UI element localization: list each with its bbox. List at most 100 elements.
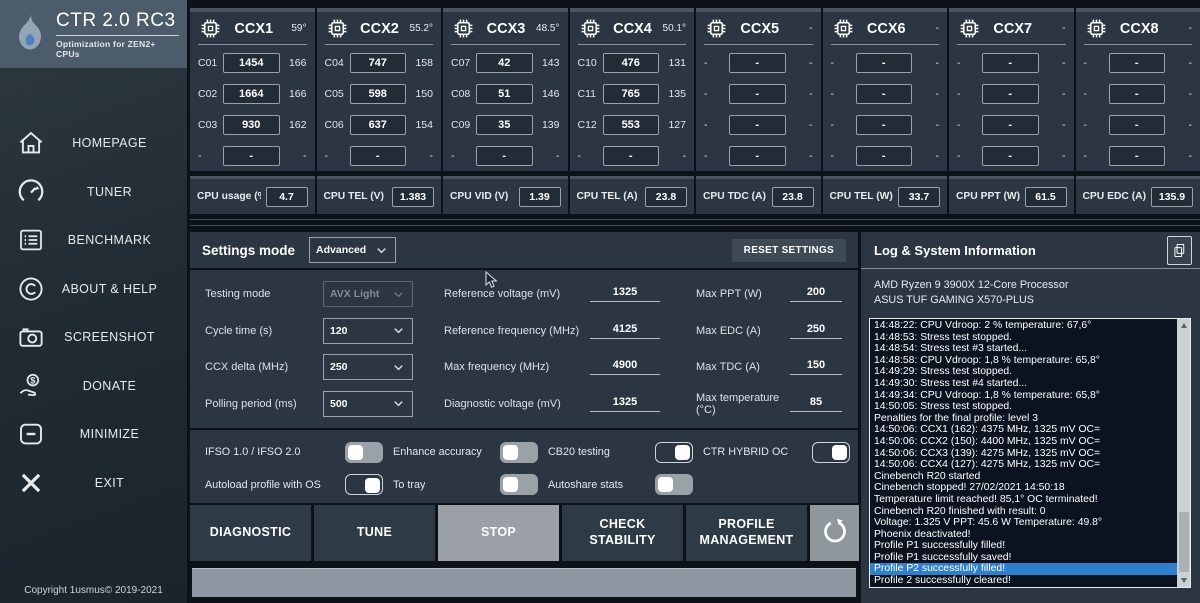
- log-line[interactable]: Cinebench stopped! 27/02/2021 14:50:18: [870, 482, 1177, 494]
- log-scrollbar[interactable]: [1177, 319, 1190, 587]
- core-frequency-field[interactable]: -: [729, 115, 786, 135]
- core-frequency-field[interactable]: -: [350, 146, 407, 166]
- sidebar-item-donate[interactable]: $ DONATE: [0, 362, 187, 411]
- core-frequency-field[interactable]: 476: [603, 53, 660, 73]
- log-line[interactable]: 14:48:54: Stress test #3 started...: [870, 343, 1177, 355]
- max-frequency-mhz-input[interactable]: 4900: [590, 359, 660, 375]
- core-row: - - -: [949, 140, 1074, 171]
- ctr-hybrid-oc-toggle[interactable]: [812, 442, 850, 463]
- sidebar-item-minimize[interactable]: MINIMIZE: [0, 410, 187, 459]
- core-frequency-field[interactable]: 1454: [223, 53, 280, 73]
- log-line[interactable]: 14:49:30: Stress test #4 started...: [870, 378, 1177, 390]
- enhance-accuracy-toggle[interactable]: [500, 442, 538, 463]
- scroll-down-arrow[interactable]: [1177, 574, 1190, 587]
- core-frequency-field[interactable]: -: [982, 53, 1039, 73]
- scrollbar-thumb[interactable]: [1179, 512, 1189, 572]
- sidebar-item-screenshot[interactable]: SCREENSHOT: [0, 313, 187, 362]
- log-line[interactable]: Phoenix deactivated!: [870, 529, 1177, 541]
- max-ppt-w-input[interactable]: 200: [790, 286, 842, 302]
- log-line[interactable]: 14:50:06: CCX1 (162): 4375 MHz, 1325 mV …: [870, 424, 1177, 436]
- scroll-up-arrow[interactable]: [1177, 319, 1190, 332]
- core-frequency-field[interactable]: 747: [350, 53, 407, 73]
- log-line[interactable]: 14:48:22: CPU Vdroop: 2 % temperature: 6…: [870, 320, 1177, 332]
- log-line[interactable]: 14:48:58: CPU Vdroop: 1,8 % temperature:…: [870, 355, 1177, 367]
- core-frequency-field[interactable]: 51: [476, 84, 533, 104]
- core-frequency-field[interactable]: 598: [350, 84, 407, 104]
- core-frequency-field[interactable]: 42: [476, 53, 533, 73]
- log-line[interactable]: 14:50:06: CCX4 (127): 4275 MHz, 1325 mV …: [870, 459, 1177, 471]
- core-frequency-field[interactable]: -: [856, 146, 913, 166]
- to-tray-toggle[interactable]: [500, 474, 538, 495]
- max-edc-a-input[interactable]: 250: [790, 323, 842, 339]
- core-frequency-field[interactable]: -: [982, 146, 1039, 166]
- log-line[interactable]: 14:50:06: CCX2 (150): 4400 MHz, 1325 mV …: [870, 436, 1177, 448]
- core-frequency-field[interactable]: -: [1109, 84, 1166, 104]
- core-frequency-field[interactable]: 930: [223, 115, 280, 135]
- log-line[interactable]: Profile P1 successfully filled!: [870, 540, 1177, 552]
- log-line[interactable]: 14:48:53: Stress test stopped.: [870, 332, 1177, 344]
- core-frequency-field[interactable]: -: [982, 115, 1039, 135]
- tune-button[interactable]: TUNE: [314, 505, 435, 561]
- autoshare-stats-toggle[interactable]: [655, 474, 693, 495]
- log-line[interactable]: Temperature limit reached! 85,1° OC term…: [870, 494, 1177, 506]
- refresh-button[interactable]: [810, 505, 859, 561]
- ifso-1-0-ifso-2-0-toggle[interactable]: [345, 442, 383, 463]
- stop-button[interactable]: STOP: [438, 505, 559, 561]
- log-line[interactable]: Penalties for the final profile: level 3: [870, 413, 1177, 425]
- settings-mode-select[interactable]: Advanced: [309, 237, 396, 263]
- reference-frequency-mhz-input[interactable]: 4125: [590, 323, 660, 339]
- sidebar-item-benchmark[interactable]: BENCHMARK: [0, 216, 187, 265]
- diagnostic-button[interactable]: DIAGNOSTIC: [190, 505, 311, 561]
- core-frequency-field[interactable]: 553: [603, 115, 660, 135]
- core-frequency-field[interactable]: -: [856, 84, 913, 104]
- profile-management-button[interactable]: PROFILE MANAGEMENT: [686, 505, 807, 561]
- sidebar-item-about-help[interactable]: ABOUT & HELP: [0, 265, 187, 314]
- sidebar-item-tuner[interactable]: TUNER: [0, 168, 187, 217]
- log-line[interactable]: Profile P2 successfully filled!: [870, 563, 1177, 575]
- core-frequency-field[interactable]: -: [1109, 53, 1166, 73]
- log-line[interactable]: 14:50:06: CCX3 (139): 4275 MHz, 1325 mV …: [870, 448, 1177, 460]
- log-line[interactable]: 14:49:29: Stress test stopped.: [870, 366, 1177, 378]
- log-line[interactable]: Cinebench R20 started: [870, 471, 1177, 483]
- core-frequency-field[interactable]: -: [856, 115, 913, 135]
- log-line[interactable]: 14:50:05: Stress test stopped.: [870, 401, 1177, 413]
- core-frequency-field[interactable]: -: [603, 146, 660, 166]
- core-frequency-field[interactable]: -: [729, 146, 786, 166]
- core-frequency-field[interactable]: -: [1109, 146, 1166, 166]
- log-line[interactable]: Profile P1 successfully saved!: [870, 552, 1177, 564]
- sidebar-item-exit[interactable]: EXIT: [0, 459, 187, 508]
- max-tdc-a-input[interactable]: 150: [790, 359, 842, 375]
- core-frequency-field[interactable]: -: [856, 53, 913, 73]
- core-frequency-field[interactable]: 765: [603, 84, 660, 104]
- core-label: C01: [198, 57, 223, 69]
- log-line[interactable]: 14:49:34: CPU Vdroop: 1,8 % temperature:…: [870, 390, 1177, 402]
- copy-log-button[interactable]: [1167, 236, 1192, 265]
- check-stability-button[interactable]: CHECK STABILITY: [562, 505, 683, 561]
- log-line[interactable]: Voltage: 1.325 V PPT: 45.6 W Temperature…: [870, 517, 1177, 529]
- max-temperature-c-input[interactable]: 85: [790, 396, 842, 412]
- log-line[interactable]: Profile 2 successfully cleared!: [870, 575, 1177, 587]
- reset-settings-button[interactable]: RESET SETTINGS: [732, 239, 846, 262]
- core-frequency-field[interactable]: -: [223, 146, 280, 166]
- core-frequency-field[interactable]: 637: [350, 115, 407, 135]
- polling-period-ms-select[interactable]: 500: [323, 391, 413, 417]
- cb20-testing-toggle[interactable]: [655, 442, 693, 463]
- cycle-time-s-select[interactable]: 120: [323, 318, 413, 344]
- core-frequency-field[interactable]: 1664: [223, 84, 280, 104]
- testing-mode-select[interactable]: AVX Light: [323, 281, 413, 307]
- sidebar-item-homepage[interactable]: HOMEPAGE: [0, 119, 187, 168]
- log-line[interactable]: Cinebench R20 finished with result: 0: [870, 506, 1177, 518]
- log-output-box[interactable]: 14:48:22: CPU Vdroop: 2 % temperature: 6…: [869, 318, 1191, 588]
- diagnostic-voltage-mv-input[interactable]: 1325: [590, 396, 660, 412]
- core-frequency-field[interactable]: 35: [476, 115, 533, 135]
- sidebar-item-label: MINIMIZE: [46, 427, 187, 441]
- ccx-temperature: 55.2°: [410, 23, 433, 34]
- ccx-delta-mhz-select[interactable]: 250: [323, 354, 413, 380]
- core-frequency-field[interactable]: -: [982, 84, 1039, 104]
- core-frequency-field[interactable]: -: [729, 53, 786, 73]
- core-frequency-field[interactable]: -: [1109, 115, 1166, 135]
- core-frequency-field[interactable]: -: [729, 84, 786, 104]
- core-frequency-field[interactable]: -: [476, 146, 533, 166]
- reference-voltage-mv-input[interactable]: 1325: [590, 286, 660, 302]
- autoload-profile-with-os-toggle[interactable]: [345, 474, 383, 495]
